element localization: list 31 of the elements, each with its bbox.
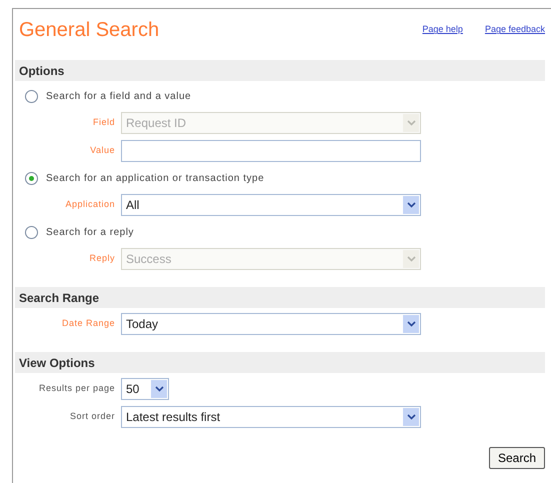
field-label: Value [89,144,116,158]
radio-label: Search for a field and a value [46,90,192,104]
radio-button[interactable] [25,226,38,238]
dropdown[interactable]: All [121,194,421,216]
radio-button[interactable] [25,172,38,184]
page-link[interactable]: Page help [422,23,463,37]
dropdown-value: 50 [126,381,140,398]
radio-label: Search for a reply [46,226,134,240]
radio-button[interactable] [25,90,38,102]
dropdown-value: Latest results first [126,409,222,426]
section-header: Search Range [15,287,545,308]
field-label: Date Range [60,317,116,330]
field-label: Application [64,198,116,212]
field-label: Results per page [38,382,116,396]
section-header: Options [15,60,545,81]
page-link[interactable]: Page feedback [484,23,545,37]
dropdown-value: Request ID [126,115,188,132]
dropdown-value: Today [126,316,160,333]
section-header: View Options [15,352,545,373]
dropdown[interactable]: Today [121,313,421,335]
radio-label: Search for an application or transaction type [46,172,264,186]
page-title: General Search [19,18,160,43]
dropdown-value: Success [126,251,172,268]
field-label: Reply [88,252,116,266]
dropdown-value: All [126,197,140,214]
dropdown[interactable]: Latest results first [121,406,421,428]
field-label: Field [92,116,116,130]
search-button[interactable]: Search [488,447,545,469]
dropdown[interactable]: 50 [121,378,169,400]
field-label: Sort order [68,410,116,424]
value-field[interactable] [121,140,421,162]
